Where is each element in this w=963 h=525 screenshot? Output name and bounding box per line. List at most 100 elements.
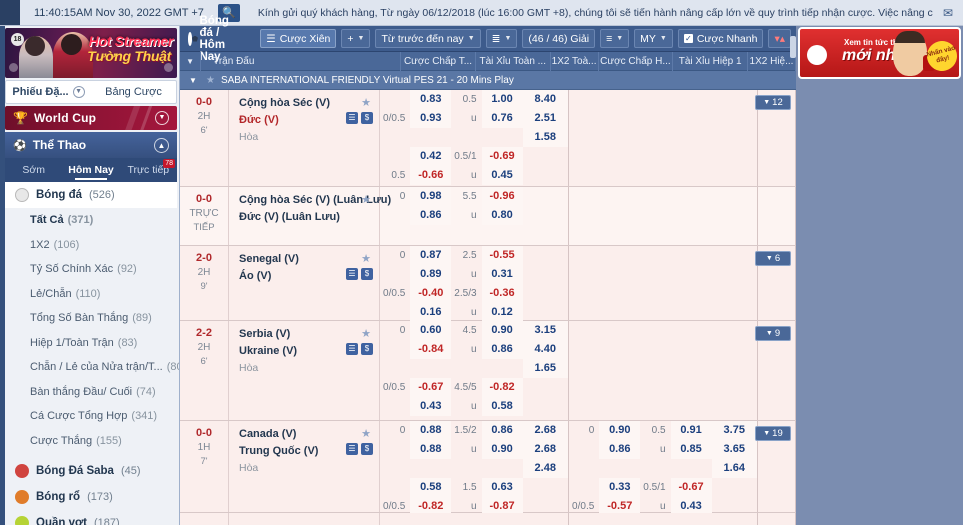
league-count-button[interactable]: (46 / 46) Giải <box>522 29 596 48</box>
sidebar-item-world-cup[interactable]: 🏆 World Cup ▼ <box>5 106 177 130</box>
more-markets-button[interactable]: ▼ 6 <box>755 251 791 266</box>
odds-cell[interactable]: 0.16 <box>410 303 452 322</box>
tab-today[interactable]: Hôm Nay <box>62 164 119 180</box>
odds-cell[interactable]: -0.36 <box>481 284 523 303</box>
more-markets-button[interactable]: ▼ 19 <box>755 426 791 441</box>
stats-icon[interactable]: ☰ <box>346 443 358 455</box>
sidebar-item-market-first-last-goal[interactable]: Bàn thắng Đầu/ Cuối (74) <box>5 379 177 404</box>
more-markets-button[interactable]: ▼ 9 <box>755 326 791 341</box>
envelope-icon[interactable]: ✉ <box>933 6 963 20</box>
sidebar-item-market-outright[interactable]: Cược Thắng (155) <box>5 428 177 453</box>
odds-cell[interactable]: 0.89 <box>410 265 452 284</box>
more-markets-button[interactable]: ▼ 12 <box>755 95 791 110</box>
live-icon[interactable]: $ <box>361 343 373 355</box>
odds-cell-1[interactable]: 8.40 <box>522 90 568 109</box>
tab-bet-slip[interactable]: Phiếu Đặ... ▼ <box>6 86 91 98</box>
odds-cell[interactable]: 0.58 <box>481 397 523 416</box>
odds-cell[interactable]: 1.00 <box>481 90 523 109</box>
odds-cell[interactable]: -0.96 <box>481 187 523 206</box>
odds-cell-x[interactable]: 2.48 <box>522 459 568 478</box>
odds-cell-1[interactable]: 3.75 <box>711 421 757 440</box>
sidebar-item-market-odd-even[interactable]: Lẻ/Chẵn (110) <box>5 281 177 306</box>
star-icon[interactable]: ★ <box>361 193 371 206</box>
star-icon[interactable]: ★ <box>361 96 371 109</box>
sidebar-item-market-correct-score[interactable]: Tỷ Số Chính Xác (92) <box>5 257 177 282</box>
odds-cell[interactable]: 0.86 <box>481 421 523 440</box>
odds-cell[interactable]: 0.88 <box>410 440 452 459</box>
odds-cell[interactable]: 0.60 <box>410 321 452 340</box>
sidebar-item-saba-football[interactable]: Bóng Đá Saba (45) <box>5 458 177 484</box>
odds-cell-1[interactable]: 3.15 <box>522 321 568 340</box>
sidebar-item-market-mix-parlay[interactable]: Cá Cược Tổng Hợp (341) <box>5 404 177 429</box>
odds-cell[interactable]: -0.69 <box>481 147 523 166</box>
odds-cell[interactable]: 0.88 <box>410 421 452 440</box>
odds-cell-2[interactable]: 3.65 <box>711 440 757 459</box>
odds-cell[interactable]: 0.91 <box>670 421 712 440</box>
odds-cell[interactable]: 0.86 <box>599 440 641 459</box>
league-header[interactable]: ▼ ★ SABA INTERNATIONAL FRIENDLY Virtual … <box>180 71 796 90</box>
odds-cell[interactable]: 0.31 <box>481 265 523 284</box>
odds-cell[interactable]: -0.40 <box>410 284 452 303</box>
odds-cell-x[interactable]: 1.58 <box>522 128 568 147</box>
promo-next-arrow-icon[interactable] <box>164 63 173 72</box>
odds-cell[interactable]: 0.43 <box>410 397 452 416</box>
sidebar-item-market-total-goals[interactable]: Tổng Số Bàn Thắng (89) <box>5 306 177 331</box>
odds-cell[interactable]: 0.45 <box>481 166 523 185</box>
checkbox-icon[interactable]: ✓ <box>683 34 693 43</box>
add-button[interactable]: + ▼ <box>341 29 371 48</box>
column-1x2-ht[interactable]: 1X2 Hiệ... <box>748 51 796 71</box>
odds-cell[interactable]: 0.12 <box>481 303 523 322</box>
star-icon[interactable]: ★ <box>361 252 371 265</box>
chevron-up-icon[interactable]: ▲ <box>154 137 169 153</box>
column-handicap-ft[interactable]: Cược Chấp T... <box>401 51 476 71</box>
live-icon[interactable]: $ <box>361 443 373 455</box>
sort-arrows-button[interactable]: ▾▴ <box>768 29 791 48</box>
odds-cell[interactable]: 0.42 <box>410 147 452 166</box>
tab-live[interactable]: Trực tiếp 78 <box>120 159 177 176</box>
column-handicap-ht[interactable]: Cược Chấp H... <box>599 51 674 71</box>
odds-cell[interactable]: 0.63 <box>481 478 523 497</box>
news-banner[interactable]: Xem tin tức thể thao mới nhất Nhấn vào đ… <box>798 27 961 79</box>
odds-cell[interactable]: -0.67 <box>410 378 452 397</box>
stats-icon[interactable]: ☰ <box>346 268 358 280</box>
odds-cell[interactable]: 0.33 <box>599 478 641 497</box>
chevron-down-icon[interactable]: ▼ <box>155 111 169 125</box>
odds-cell[interactable]: -0.84 <box>410 340 452 359</box>
odds-cell[interactable]: 0.86 <box>410 206 452 225</box>
chevron-down-icon[interactable]: ▼ <box>72 86 85 98</box>
sidebar-item-football[interactable]: Bóng đá (526) <box>5 182 177 208</box>
chevron-down-icon[interactable]: ▼ <box>186 76 200 85</box>
odds-cell-1[interactable]: 2.68 <box>522 421 568 440</box>
odds-cell[interactable]: 0.90 <box>481 321 523 340</box>
live-icon[interactable]: $ <box>361 268 373 280</box>
column-ou-ht[interactable]: Tài Xỉu Hiệp 1 <box>673 51 749 71</box>
odds-cell[interactable]: 0.87 <box>410 246 452 265</box>
odds-cell[interactable]: 0.83 <box>410 90 452 109</box>
sidebar-item-tennis[interactable]: Quần vợt (187) <box>5 510 177 525</box>
date-range-select[interactable]: Từ trước đến nay ▼ <box>375 29 481 48</box>
column-ou-ft[interactable]: Tài Xỉu Toàn ... <box>476 51 551 71</box>
sidebar-item-market-half-full[interactable]: Hiệp 1/Toàn Trận (83) <box>5 330 177 355</box>
odds-cell-2[interactable]: 2.68 <box>522 440 568 459</box>
odds-cell[interactable]: -0.55 <box>481 246 523 265</box>
tab-bet-list[interactable]: Bảng Cược <box>91 86 176 98</box>
banner-drag-handle[interactable] <box>790 36 796 58</box>
odds-cell[interactable]: 0.90 <box>481 440 523 459</box>
odds-cell-2[interactable]: 4.40 <box>522 340 568 359</box>
sidebar-item-market-all[interactable]: Tất Cả (371) <box>5 208 177 233</box>
odds-cell[interactable]: 0.93 <box>410 109 452 128</box>
odds-cell-x[interactable]: 1.65 <box>522 359 568 378</box>
odds-cell[interactable]: 0.90 <box>599 421 641 440</box>
parlay-button[interactable]: ☰ Cược Xiên <box>260 29 337 48</box>
star-icon[interactable]: ★ <box>206 75 215 86</box>
view-mode-select[interactable]: ≡ ▼ <box>600 29 630 48</box>
odds-cell[interactable]: -0.82 <box>481 378 523 397</box>
odds-cell[interactable]: 0.76 <box>481 109 523 128</box>
column-1x2-ft[interactable]: 1X2 Toà... <box>551 51 599 71</box>
stats-icon[interactable]: ☰ <box>346 112 358 124</box>
sidebar-section-sports[interactable]: ⚽ Thể Thao ▲ <box>5 132 177 158</box>
column-match[interactable]: Trận Đấu <box>201 51 402 71</box>
stats-icon[interactable]: ☰ <box>346 343 358 355</box>
star-icon[interactable]: ★ <box>361 427 371 440</box>
odds-cell[interactable]: 0.85 <box>670 440 712 459</box>
